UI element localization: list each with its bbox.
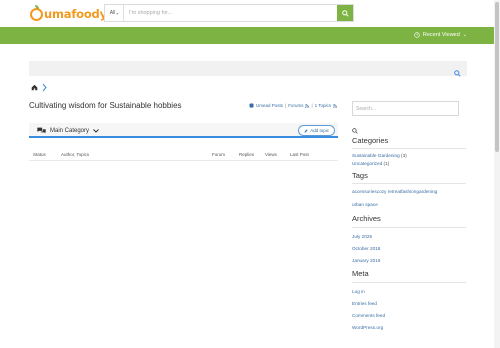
category-link[interactable]: Uncategorized (1) [352,161,389,166]
column-header-forum: Forum [212,152,226,157]
category-count: (3) [401,153,407,158]
db-icon [249,103,254,108]
clock-icon [414,32,420,38]
archive-link[interactable]: July 2025 [352,234,372,239]
category-select[interactable]: All ▾ [105,5,124,21]
sidebar-search-input[interactable] [352,101,459,116]
logo-text: umafoody. [44,7,110,21]
category-link[interactable]: Sustainable Gardening (3) [352,153,407,158]
search-input[interactable] [124,5,337,21]
add-topic-label: Add topic [310,128,329,133]
column-header-views: Views [265,152,277,157]
category-count: (1) [383,161,390,166]
topics-link[interactable]: 1 Topics [315,103,331,108]
chevron-right-icon [42,83,47,92]
pencil-icon [304,128,308,133]
archives-heading: Archives [352,214,381,223]
search-icon [454,70,461,77]
page-title: Cultivating wisdom for Sustainable hobbi… [29,101,182,110]
tag-link[interactable]: accessoriescozy retreatfashiongardening [352,189,437,194]
separator: | [285,103,287,108]
category-label: Main Category [50,127,90,134]
meta-link-wordpress[interactable]: WordPress.org [352,325,383,330]
search-icon [352,128,358,134]
category-select-value: All [109,10,116,16]
archive-link[interactable]: January 2019 [352,258,380,263]
divider [352,282,466,283]
forum-search-strip [29,61,467,77]
recent-viewed-label: Recent Viewed [422,32,460,38]
posts-link[interactable]: Umead Posts [256,103,283,108]
forums-link[interactable]: Forums [288,103,303,108]
add-topic-button[interactable]: Add topic [298,125,335,136]
recent-viewed-toggle[interactable]: Recent Viewed ⌄ [414,32,467,38]
meta-link-comments-feed[interactable]: Comments feed [352,313,385,318]
archive-link[interactable]: October 2018 [352,246,380,251]
category-link-label: Uncategorized [352,161,383,166]
search-button[interactable] [337,5,353,21]
site-logo[interactable]: umafoody. [30,4,110,23]
separator: | [311,103,313,108]
chevron-down-icon: ▾ [116,10,119,16]
scrollbar-thumb[interactable] [495,2,499,152]
breadcrumb [31,83,47,92]
forum-search-button[interactable] [454,64,461,82]
divider [352,148,466,149]
category-dropdown[interactable]: Main Category [37,127,99,134]
categories-heading: Categories [352,136,389,145]
site-header: umafoody. All ▾ [0,0,500,27]
meta-link-login[interactable]: Log in [352,289,365,294]
column-header-status: Status [33,152,46,157]
logo-icon [30,4,43,21]
page-scrollbar[interactable] [494,0,500,348]
column-header-author-topics: Author, Topics [61,152,90,157]
logo-text-accent: foody [71,7,106,21]
forum-stats-links: Umead Posts | Forums | 1 Topics [249,103,337,108]
divider [352,183,466,184]
rss-icon [305,103,310,108]
topics-table-header: Status Author, Topics Forum Replies View… [29,149,338,161]
logo-text-main: uma [44,7,72,21]
product-search: All ▾ [104,4,354,22]
meta-heading: Meta [352,269,369,278]
chevron-down-icon: ⌄ [462,32,467,38]
comments-icon [37,127,46,134]
category-link-label: Sustainable Gardening [352,153,400,158]
tags-heading: Tags [352,171,368,180]
tag-link[interactable]: urban space [352,202,378,207]
category-bar: Main Category Add topic [29,123,338,138]
home-icon[interactable] [31,84,38,91]
column-header-last-post: Last Post [290,152,309,157]
search-icon [341,9,349,17]
nav-bar: Recent Viewed ⌄ [0,27,500,44]
meta-link-entries-feed[interactable]: Entries feed [352,301,377,306]
divider [352,227,466,228]
rss-icon [333,103,337,108]
page: umafoody. All ▾ Recent Viewed ⌄ [0,0,500,348]
chevron-down-icon [93,128,99,133]
column-header-replies: Replies [239,152,255,157]
